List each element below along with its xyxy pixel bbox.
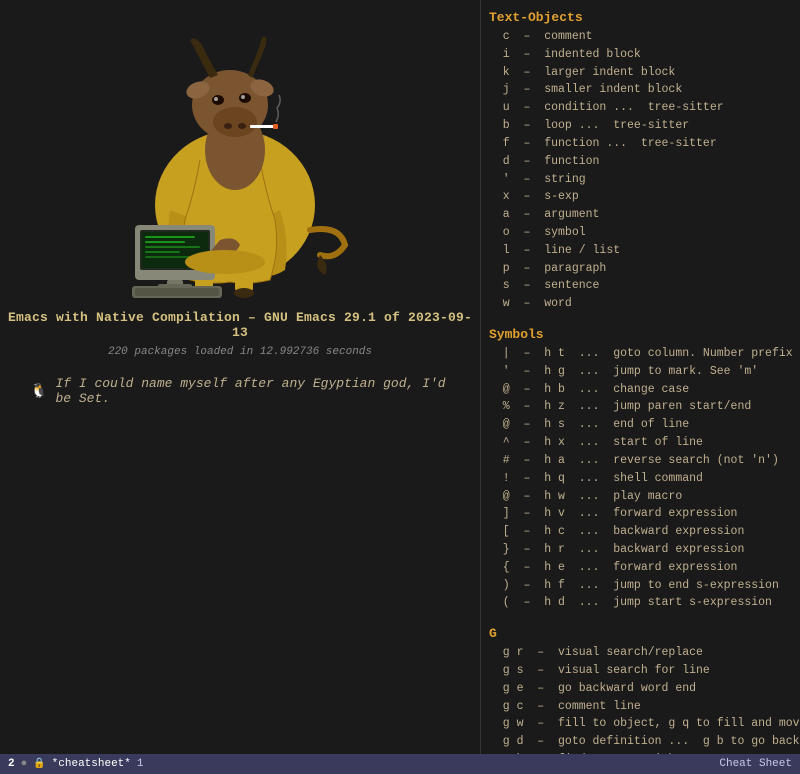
list-item: } – h r ... backward expression xyxy=(489,541,792,559)
section-g-title: G xyxy=(489,626,792,641)
list-item: % – h z ... jump paren start/end xyxy=(489,398,792,416)
list-item: # – h a ... reverse search (not 'n') xyxy=(489,452,792,470)
list-item: s – sentence xyxy=(489,277,792,295)
right-panel[interactable]: Text-Objects c – comment i – indented bl… xyxy=(480,0,800,754)
statusbar: 2 ● 🔒 *cheatsheet* 1 Cheat Sheet xyxy=(0,754,800,774)
g-list: g r – visual search/replace g s – visual… xyxy=(489,644,792,754)
text-objects-list: c – comment i – indented block k – large… xyxy=(489,28,792,313)
list-item: ' – string xyxy=(489,171,792,189)
list-item: @ – h w ... play macro xyxy=(489,488,792,506)
status-filename: *cheatsheet* xyxy=(52,758,131,770)
list-item: i – indented block xyxy=(489,46,792,64)
list-item: ^ – h x ... start of line xyxy=(489,434,792,452)
status-right-label: Cheat Sheet xyxy=(719,758,792,770)
list-item: g w – fill to object, g q to fill and mo… xyxy=(489,715,792,733)
list-item: a – argument xyxy=(489,206,792,224)
list-item: d – function xyxy=(489,153,792,171)
list-item: x – s-exp xyxy=(489,188,792,206)
list-item: { – h e ... forward expression xyxy=(489,559,792,577)
status-lock-icon: 🔒 xyxy=(33,758,45,770)
packages-loaded: 220 packages loaded in 12.992736 seconds xyxy=(108,346,372,358)
section-symbols-title: Symbols xyxy=(489,327,792,342)
list-item: [ – h c ... backward expression xyxy=(489,523,792,541)
list-item: c – comment xyxy=(489,28,792,46)
list-item: w – word xyxy=(489,295,792,313)
list-item: g e – go backward word end xyxy=(489,680,792,698)
list-item: b – loop ... tree-sitter xyxy=(489,117,792,135)
list-item: o – symbol xyxy=(489,224,792,242)
list-item: ) – h f ... jump to end s-expression xyxy=(489,577,792,595)
list-item: g c – comment line xyxy=(489,698,792,716)
list-item: @ – h b ... change case xyxy=(489,381,792,399)
quote-line: 🐧 If I could name myself after any Egypt… xyxy=(0,376,480,406)
status-buf-num: 1 xyxy=(137,758,144,770)
symbols-list: | – h t ... goto column. Number prefix '… xyxy=(489,345,792,612)
list-item: f – function ... tree-sitter xyxy=(489,135,792,153)
quote-icon: 🐧 xyxy=(30,383,47,400)
list-item: j – smaller indent block xyxy=(489,81,792,99)
list-item: ( – h d ... jump start s-expression xyxy=(489,594,792,612)
list-item: l – line / list xyxy=(489,242,792,260)
gnu-mascot xyxy=(80,10,400,300)
emacs-title: Emacs with Native Compilation – GNU Emac… xyxy=(0,310,480,340)
list-item: @ – h s ... end of line xyxy=(489,416,792,434)
list-item: g r – visual search/replace xyxy=(489,644,792,662)
section-text-objects-title: Text-Objects xyxy=(489,10,792,25)
list-item: p – paragraph xyxy=(489,260,792,278)
list-item: u – condition ... tree-sitter xyxy=(489,99,792,117)
list-item: g d – goto definition ... g b to go back xyxy=(489,733,792,751)
list-item: ' – h g ... jump to mark. See 'm' xyxy=(489,363,792,381)
list-item: g s – visual search for line xyxy=(489,662,792,680)
quote-text: If I could name myself after any Egyptia… xyxy=(55,376,450,406)
list-item: ] – h v ... forward expression xyxy=(489,505,792,523)
list-item: ! – h q ... shell command xyxy=(489,470,792,488)
list-item: k – larger indent block xyxy=(489,64,792,82)
left-panel: Emacs with Native Compilation – GNU Emac… xyxy=(0,0,480,774)
list-item: | – h t ... goto column. Number prefix xyxy=(489,345,792,363)
status-buffer-num: 2 xyxy=(8,758,15,770)
status-dot: ● xyxy=(21,758,28,770)
